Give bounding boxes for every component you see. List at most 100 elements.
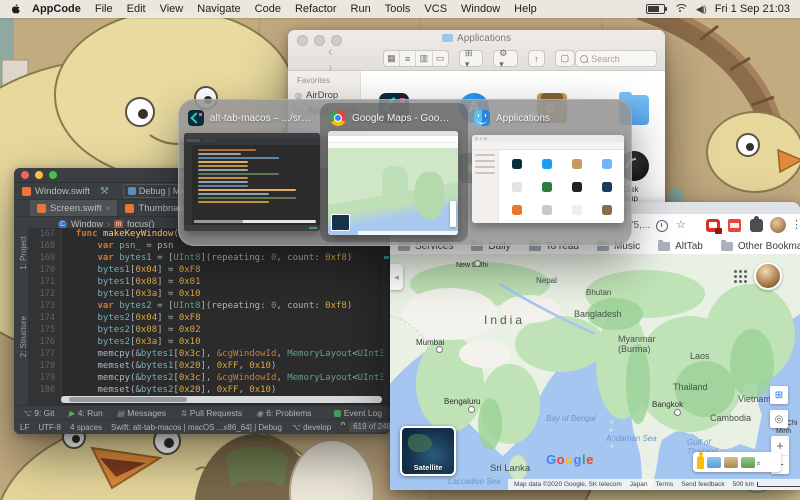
code-text: var psn_ = psn xyxy=(97,241,174,251)
tool-strip-structure[interactable]: 2: Structure xyxy=(14,316,28,357)
code-line[interactable]: 177 memcpy(&bytes1[0x3c], &cgWindowId, M… xyxy=(29,348,390,360)
menu-help[interactable]: Help xyxy=(514,3,537,15)
code-text: bytes2[0x08] = 0x02 xyxy=(97,325,201,335)
branch-icon: ⌥ xyxy=(290,422,301,432)
menu-clock[interactable]: Fri 1 Sep 21:03 xyxy=(715,3,790,15)
menu-run[interactable]: Run xyxy=(351,3,371,15)
code-line[interactable]: 173 var bytes2 = [UInt8](repeating: 0, c… xyxy=(29,300,390,312)
menu-edit[interactable]: Edit xyxy=(127,3,146,15)
desktop: AppCode File Edit View Navigate Code Refactor… xyxy=(0,0,800,500)
map-tiles-button[interactable]: ⊞ xyxy=(770,386,788,404)
toolwindow-button-messages[interactable]: ▤ Messages xyxy=(117,408,166,418)
other-bookmarks[interactable]: Other Bookmarks xyxy=(720,239,800,252)
attrib-link[interactable]: Send feedback xyxy=(681,481,724,488)
status-item[interactable]: 4 spaces xyxy=(70,423,102,432)
code-editor[interactable]: 167 func makeKeyWindow(168 var psn_ = ps… xyxy=(29,228,390,406)
switcher-thumbnail-appcode[interactable] xyxy=(184,133,320,231)
menu-vcs[interactable]: VCS xyxy=(424,3,447,15)
appcode-toolwindow-bar: ⌥ 9: Git ▶ 4: Run ▤ Messages ⇅ Pull Requests ◉ 6:… xyxy=(14,405,390,420)
finder-titlebar[interactable]: Applications ‹ › ▦ ≡ ▥ ▭ ⊞ ▾ ⚙ ▾ ↑ ▢ Search xyxy=(288,30,665,75)
profile-avatar[interactable] xyxy=(770,217,786,233)
line-number: 180 xyxy=(29,384,61,396)
extension-icon[interactable] xyxy=(728,219,741,232)
puzzle-extension-icon[interactable] xyxy=(750,216,763,232)
toolwindow-button-run[interactable]: ▶ 4: Run xyxy=(69,408,103,418)
chrome-menu-icon[interactable]: ⋮ xyxy=(791,218,800,231)
menu-navigate[interactable]: Navigate xyxy=(197,3,240,15)
imagery-thumb[interactable] xyxy=(724,456,738,468)
volume-icon[interactable]: ◀)) xyxy=(696,4,707,15)
memory-indicator[interactable]: 619 of 2487M xyxy=(349,422,390,432)
code-line[interactable]: 180 memset(&bytes2[0x20], 0xFF, 0x10) xyxy=(29,384,390,396)
menu-view[interactable]: View xyxy=(160,3,184,15)
build-hammer-icon[interactable]: ⚒ xyxy=(100,186,109,197)
clock-icon[interactable] xyxy=(656,220,668,232)
code-line[interactable]: 179 memcpy(&bytes2[0x3c], &cgWindowId, M… xyxy=(29,372,390,384)
event-log-button[interactable]: Event Log xyxy=(333,408,382,418)
attrib-link[interactable]: Terms xyxy=(656,481,674,488)
extension-icon[interactable] xyxy=(706,219,722,234)
code-line[interactable]: 171 bytes1[0x08] = 0x01 xyxy=(29,276,390,288)
city-marker xyxy=(436,346,443,353)
menu-file[interactable]: File xyxy=(95,3,113,15)
pegman-icon[interactable] xyxy=(697,451,704,469)
toolwindow-button-problems[interactable]: ◉ 6: Problems xyxy=(256,408,311,418)
google-apps-grid-icon[interactable] xyxy=(734,270,748,284)
code-line[interactable]: 175 bytes2[0x08] = 0x02 xyxy=(29,324,390,336)
menu-tools[interactable]: Tools xyxy=(385,3,411,15)
imagery-bar[interactable]: « xyxy=(693,451,781,472)
code-line[interactable]: 174 bytes2[0x04] = 0xF8 xyxy=(29,312,390,324)
code-text: memcpy(&bytes2[0x3c], &cgWindowId, Memor… xyxy=(97,373,390,383)
imagery-thumb[interactable] xyxy=(707,456,721,468)
switcher-item-finder[interactable]: Applications xyxy=(474,110,550,126)
account-avatar[interactable] xyxy=(754,262,782,290)
nav-file[interactable]: Window.swift xyxy=(35,186,90,197)
imagery-thumb[interactable] xyxy=(741,456,755,468)
switcher-thumbnail-finder[interactable] xyxy=(472,135,624,223)
attrib-link[interactable]: Japan xyxy=(630,481,648,488)
bookmark-star-icon[interactable]: ☆ xyxy=(676,218,686,231)
status-item[interactable]: Swift: alt-tab-macos | macOS ...x86_64] … xyxy=(111,423,282,432)
finder-search-field[interactable]: Search xyxy=(575,50,657,67)
bookmark-alttab[interactable]: AltTab xyxy=(658,239,703,252)
status-item[interactable]: UTF-8 xyxy=(38,423,61,432)
status-branch[interactable]: ⌥ develop xyxy=(291,423,331,432)
code-line[interactable]: 170 bytes1[0x04] = 0xF8 xyxy=(29,264,390,276)
tool-strip-project[interactable]: 1: Project xyxy=(14,236,28,270)
menu-code[interactable]: Code xyxy=(255,3,281,15)
toolwindow-button-pr[interactable]: ⇅ Pull Requests xyxy=(180,408,242,418)
menu-window[interactable]: Window xyxy=(461,3,500,15)
code-line[interactable]: 172 bytes1[0x3a] = 0x10 xyxy=(29,288,390,300)
tags-button[interactable]: ▢ xyxy=(554,50,576,67)
editor-scrollbar-horizontal[interactable] xyxy=(61,396,382,403)
switcher-item-appcode[interactable]: alt-tab-macos – .../src/logic... xyxy=(188,110,312,126)
view-mode-segmented-control[interactable]: ▦ ≡ ▥ ▭ xyxy=(382,50,449,67)
pr-icon: ⇅ xyxy=(180,408,187,418)
side-panel-collapse-button[interactable]: ◂ xyxy=(390,264,403,290)
status-item[interactable]: LF xyxy=(20,423,29,432)
group-button[interactable]: ⊞ ▾ xyxy=(458,48,484,69)
code-line[interactable]: 176 bytes2[0x3a] = 0x10 xyxy=(29,336,390,348)
appcode-icon xyxy=(188,110,204,126)
share-button[interactable]: ↑ xyxy=(528,50,545,67)
code-line[interactable]: 169 var bytes1 = [UInt8](repeating: 0, c… xyxy=(29,252,390,264)
satellite-toggle[interactable]: Satellite xyxy=(400,426,456,476)
wifi-icon[interactable] xyxy=(673,4,687,14)
action-gear-button[interactable]: ⚙ ▾ xyxy=(493,48,519,69)
map-label: Nepal xyxy=(536,276,557,285)
collapse-chevron-icon[interactable]: « xyxy=(755,461,764,463)
code-line[interactable]: 178 memset(&bytes1[0x20], 0xFF, 0x10) xyxy=(29,360,390,372)
close-tab-icon[interactable]: × xyxy=(106,204,111,213)
toolwindow-button-git[interactable]: ⌥ 9: Git xyxy=(22,408,55,418)
map-compass-button[interactable]: ◎ xyxy=(770,410,788,428)
battery-icon[interactable] xyxy=(645,4,667,14)
menu-app-name[interactable]: AppCode xyxy=(32,3,81,15)
switcher-item-chrome[interactable]: Google Maps - Google Chr... xyxy=(330,110,454,126)
apple-menu-icon[interactable] xyxy=(10,3,22,15)
menu-refactor[interactable]: Refactor xyxy=(295,3,337,15)
editor-scrollbar-vertical[interactable] xyxy=(383,228,390,406)
switcher-thumbnail-chrome[interactable] xyxy=(328,131,458,235)
google-map[interactable]: New Delhi Nepal Bhutan India Bangladesh Myanm… xyxy=(390,254,800,490)
tab-screen-swift[interactable]: Screen.swift × xyxy=(30,200,119,216)
back-forward-buttons[interactable]: ‹ › xyxy=(328,43,355,75)
